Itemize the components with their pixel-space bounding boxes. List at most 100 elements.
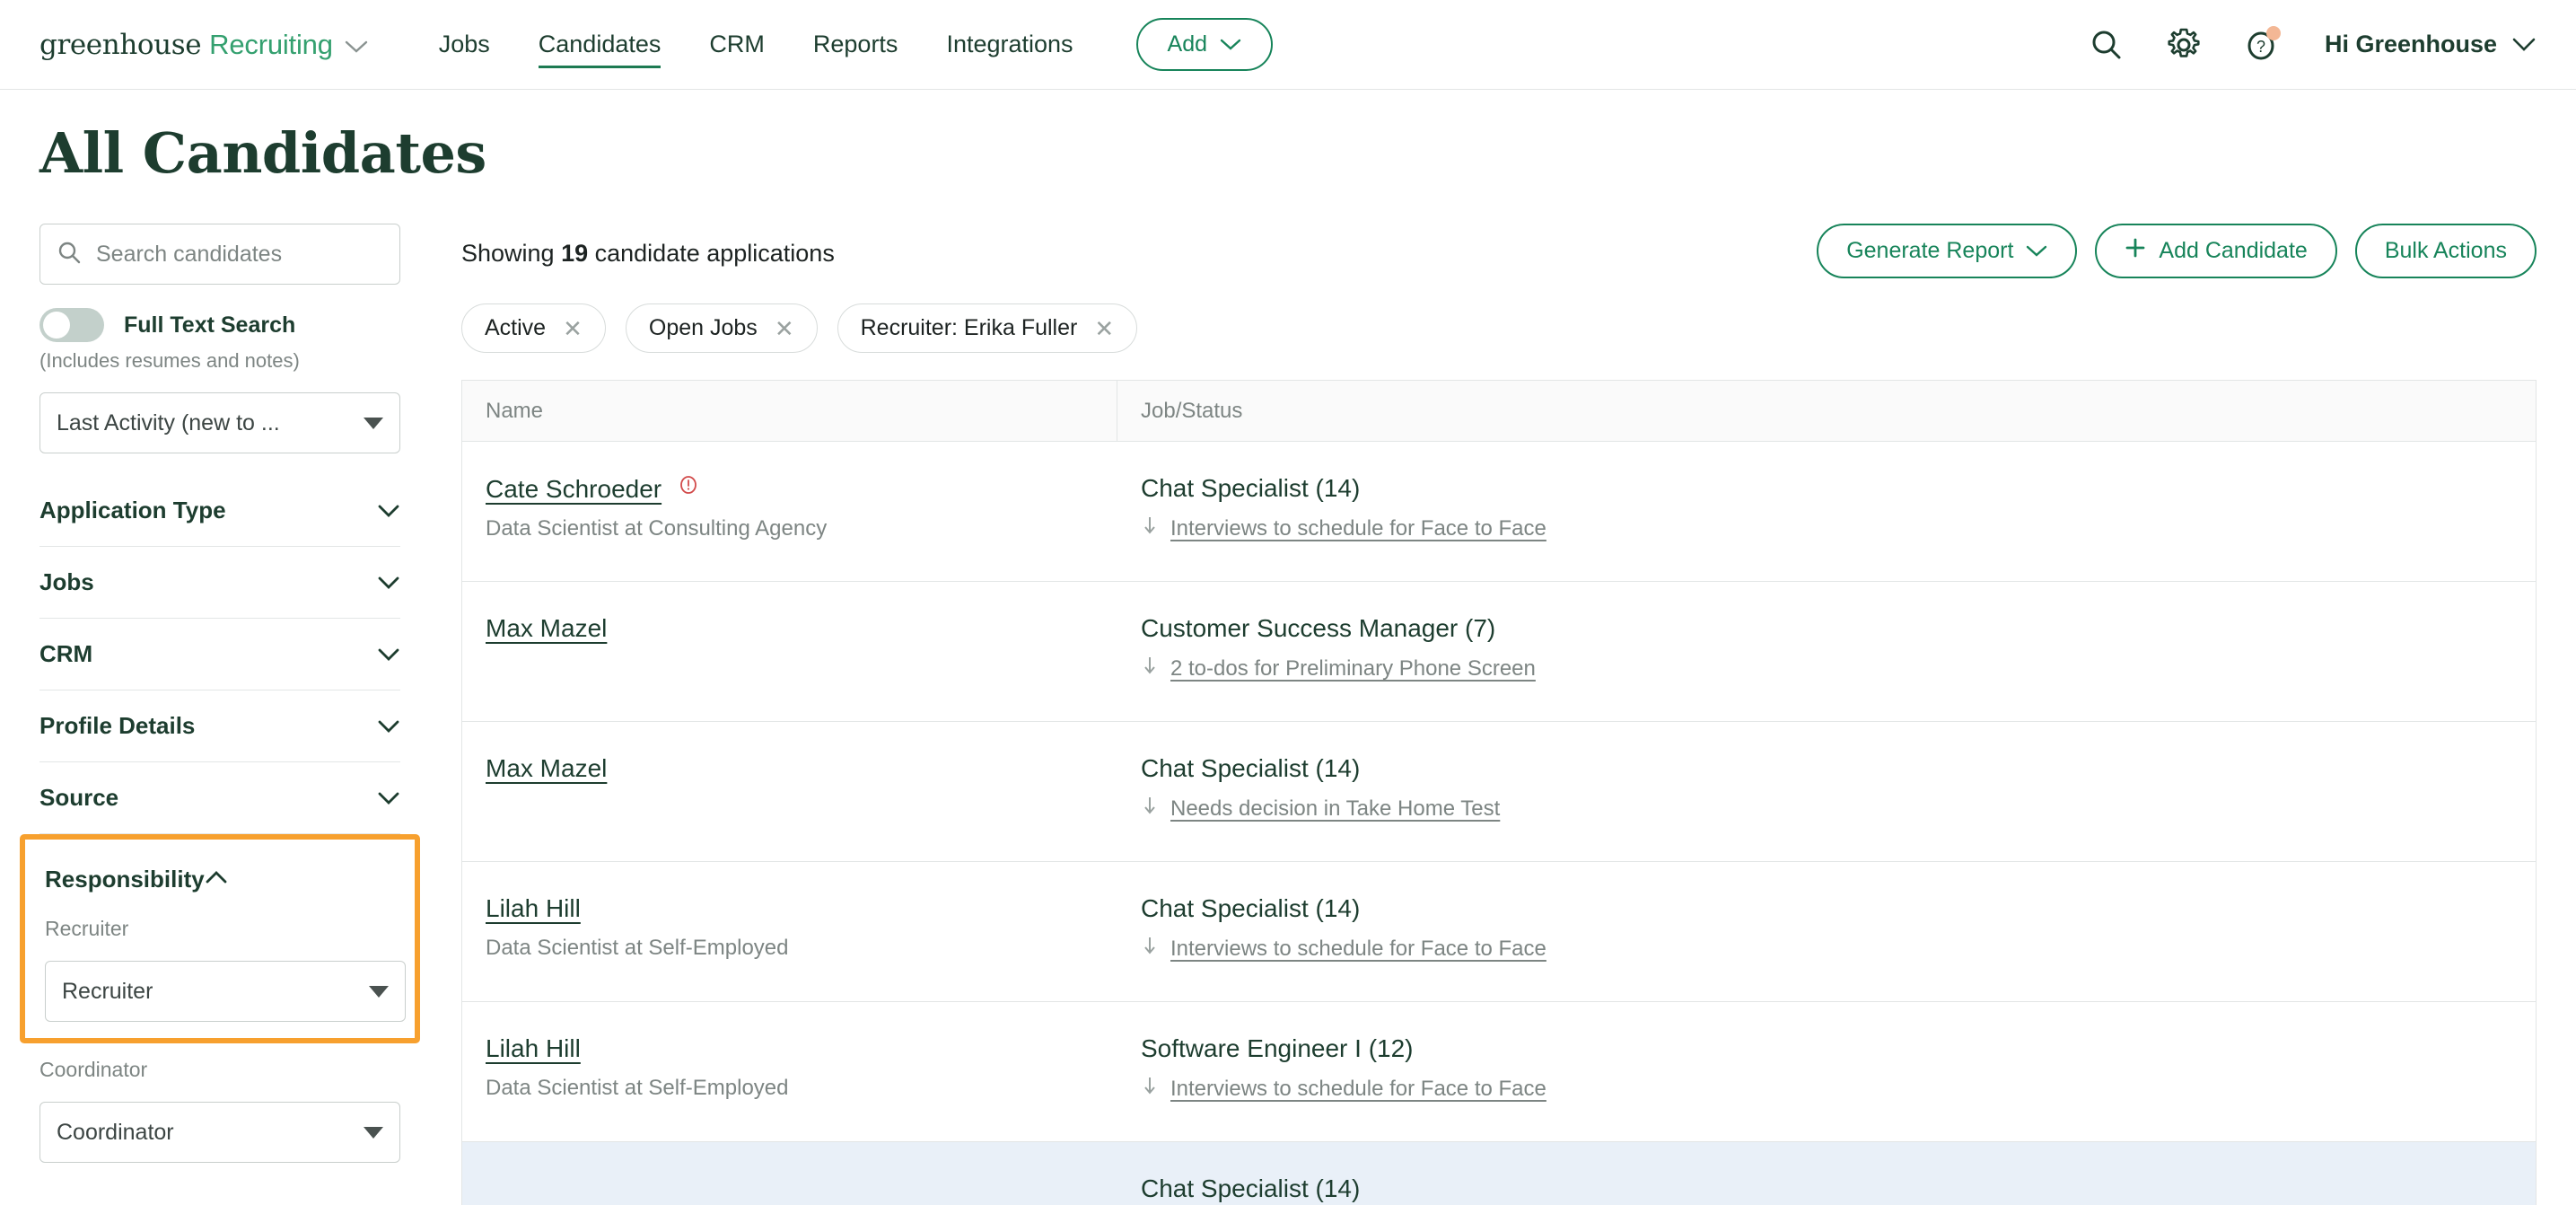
bulk-actions-label: Bulk Actions bbox=[2384, 238, 2507, 263]
responsibility-facet-highlight: Responsibility Recruiter Recruiter bbox=[20, 834, 420, 1043]
close-icon[interactable]: ✕ bbox=[563, 317, 583, 340]
candidate-name-link[interactable]: Lilah Hill bbox=[486, 1034, 581, 1063]
job-title: Chat Specialist (14) bbox=[1141, 894, 1361, 922]
candidate-name-link[interactable]: Lilah Hill bbox=[486, 894, 581, 923]
cell-name: Max Mazel bbox=[462, 582, 1117, 721]
triangle-down-icon bbox=[364, 1126, 383, 1139]
gear-icon[interactable] bbox=[2163, 24, 2204, 66]
facet-responsibility[interactable]: Responsibility bbox=[45, 845, 406, 913]
search-candidates-input[interactable]: Search candidates bbox=[39, 224, 400, 285]
job-title: Chat Specialist (14) bbox=[1141, 754, 1361, 782]
nav-item-candidates[interactable]: Candidates bbox=[514, 31, 686, 68]
candidates-main-panel: Showing 19 candidate applications Genera… bbox=[422, 204, 2576, 1205]
job-status-link[interactable]: Interviews to schedule for Face to Face bbox=[1170, 516, 1546, 541]
triangle-down-icon bbox=[364, 417, 383, 429]
job-status-link[interactable]: 2 to-dos for Preliminary Phone Screen bbox=[1170, 656, 1536, 682]
sort-select[interactable]: Last Activity (new to ... bbox=[39, 392, 400, 453]
close-icon[interactable]: ✕ bbox=[775, 317, 794, 340]
search-icon[interactable] bbox=[2086, 24, 2127, 66]
arrow-down-icon bbox=[1141, 655, 1159, 682]
nav-item-integrations[interactable]: Integrations bbox=[922, 31, 1097, 58]
job-status[interactable]: 2 to-dos for Preliminary Phone Screen bbox=[1141, 655, 2512, 682]
arrow-down-icon bbox=[1141, 1076, 1159, 1102]
candidate-name-link[interactable]: Max Mazel bbox=[486, 614, 607, 643]
facet-label: Source bbox=[39, 784, 119, 811]
close-icon[interactable]: ✕ bbox=[1094, 317, 1114, 340]
user-menu[interactable]: Hi Greenhouse bbox=[2325, 31, 2537, 58]
nav-item-reports[interactable]: Reports bbox=[789, 31, 923, 58]
facet-jobs[interactable]: Jobs bbox=[39, 547, 400, 619]
job-status[interactable]: Interviews to schedule for Face to Face bbox=[1141, 515, 2512, 541]
job-status[interactable]: Interviews to schedule for Face to Face bbox=[1141, 936, 2512, 962]
job-status-link[interactable]: Interviews to schedule for Face to Face bbox=[1170, 1077, 1546, 1102]
search-icon bbox=[57, 240, 82, 269]
coordinator-select-value: Coordinator bbox=[57, 1119, 174, 1145]
user-greeting-label: Hi Greenhouse bbox=[2324, 31, 2497, 57]
chevron-down-icon bbox=[2026, 238, 2047, 264]
candidates-table: Name Job/Status Cate Schroeder Data Scie… bbox=[461, 380, 2537, 1205]
facet-profile-details[interactable]: Profile Details bbox=[39, 690, 400, 762]
help-icon[interactable]: ? bbox=[2240, 24, 2282, 66]
table-row[interactable]: Lilah Hill Data Scientist at Self-Employ… bbox=[462, 1002, 2536, 1142]
facet-label: Jobs bbox=[39, 568, 94, 595]
cell-name bbox=[462, 1142, 1117, 1205]
table-row[interactable]: Max Mazel Chat Specialist (14) Needs dec… bbox=[462, 722, 2536, 862]
generate-report-button[interactable]: Generate Report bbox=[1817, 224, 2078, 278]
job-status[interactable]: Needs decision in Take Home Test bbox=[1141, 796, 2512, 822]
results-toolbar: Showing 19 candidate applications Genera… bbox=[461, 224, 2537, 278]
recruiter-select[interactable]: Recruiter bbox=[45, 961, 406, 1022]
facet-crm[interactable]: CRM bbox=[39, 619, 400, 690]
add-candidate-label: Add Candidate bbox=[2159, 238, 2308, 263]
active-filter-chips: Active ✕ Open Jobs ✕ Recruiter: Erika Fu… bbox=[461, 303, 2537, 353]
full-text-search-toggle[interactable] bbox=[39, 308, 104, 342]
toolbar-buttons: Generate Report Add Candidate Bulk Actio… bbox=[1817, 224, 2537, 278]
nav-item-jobs[interactable]: Jobs bbox=[415, 31, 514, 58]
table-row[interactable]: Chat Specialist (14) bbox=[462, 1142, 2536, 1205]
column-header-job-status[interactable]: Job/Status bbox=[1117, 381, 2536, 441]
table-header-row: Name Job/Status bbox=[462, 381, 2536, 442]
add-candidate-button[interactable]: Add Candidate bbox=[2095, 224, 2337, 278]
chevron-down-icon bbox=[2511, 31, 2537, 58]
alert-icon[interactable] bbox=[678, 474, 699, 500]
filter-chip-recruiter[interactable]: Recruiter: Erika Fuller ✕ bbox=[837, 303, 1138, 353]
facet-source[interactable]: Source bbox=[39, 762, 400, 834]
add-button-label: Add bbox=[1167, 31, 1208, 57]
job-status-link[interactable]: Interviews to schedule for Face to Face bbox=[1170, 937, 1546, 962]
coordinator-select[interactable]: Coordinator bbox=[39, 1102, 400, 1163]
job-title: Chat Specialist (14) bbox=[1141, 1174, 1361, 1202]
chevron-down-icon bbox=[1220, 31, 1241, 57]
column-header-name[interactable]: Name bbox=[462, 381, 1117, 441]
candidate-name-link[interactable]: Max Mazel bbox=[486, 754, 607, 783]
facet-label: Profile Details bbox=[39, 712, 196, 739]
logo-text-recruiting: Recruiting bbox=[209, 28, 333, 60]
filter-chip-active[interactable]: Active ✕ bbox=[461, 303, 606, 353]
cell-job-status: Software Engineer I (12) Interviews to s… bbox=[1117, 1002, 2536, 1141]
cell-job-status: Chat Specialist (14) Interviews to sched… bbox=[1117, 442, 2536, 581]
table-row[interactable]: Lilah Hill Data Scientist at Self-Employ… bbox=[462, 862, 2536, 1002]
search-placeholder: Search candidates bbox=[96, 241, 283, 267]
table-row[interactable]: Max Mazel Customer Success Manager (7) 2… bbox=[462, 582, 2536, 722]
nav-right-actions: ? Hi Greenhouse bbox=[2086, 24, 2537, 66]
job-status-link[interactable]: Needs decision in Take Home Test bbox=[1170, 796, 1500, 822]
facet-application-type[interactable]: Application Type bbox=[39, 475, 400, 547]
chevron-down-icon bbox=[377, 719, 400, 734]
facet-list: Application Type Jobs CRM Profile Detail… bbox=[39, 475, 400, 834]
top-navigation-bar: greenhouse Recruiting Jobs Candidates CR… bbox=[0, 0, 2576, 90]
chevron-down-icon[interactable] bbox=[345, 40, 368, 54]
filters-sidebar: Search candidates Full Text Search (Incl… bbox=[0, 204, 422, 1163]
cell-job-status: Chat Specialist (14) Interviews to sched… bbox=[1117, 862, 2536, 1001]
bulk-actions-button[interactable]: Bulk Actions bbox=[2354, 224, 2537, 278]
filter-chip-open-jobs[interactable]: Open Jobs ✕ bbox=[625, 303, 818, 353]
chip-label: Recruiter: Erika Fuller bbox=[860, 315, 1078, 340]
cell-job-status: Chat Specialist (14) Needs decision in T… bbox=[1117, 722, 2536, 861]
notification-dot bbox=[2265, 25, 2281, 40]
nav-item-crm[interactable]: CRM bbox=[685, 31, 789, 58]
brand-logo[interactable]: greenhouse Recruiting bbox=[39, 29, 368, 61]
plus-icon bbox=[2125, 237, 2146, 265]
job-status[interactable]: Interviews to schedule for Face to Face bbox=[1141, 1076, 2512, 1102]
showing-prefix: Showing bbox=[461, 240, 562, 267]
add-button[interactable]: Add bbox=[1135, 18, 1274, 71]
arrow-down-icon bbox=[1141, 515, 1159, 541]
table-row[interactable]: Cate Schroeder Data Scientist at Consult… bbox=[462, 442, 2536, 582]
candidate-name-link[interactable]: Cate Schroeder bbox=[486, 475, 662, 504]
